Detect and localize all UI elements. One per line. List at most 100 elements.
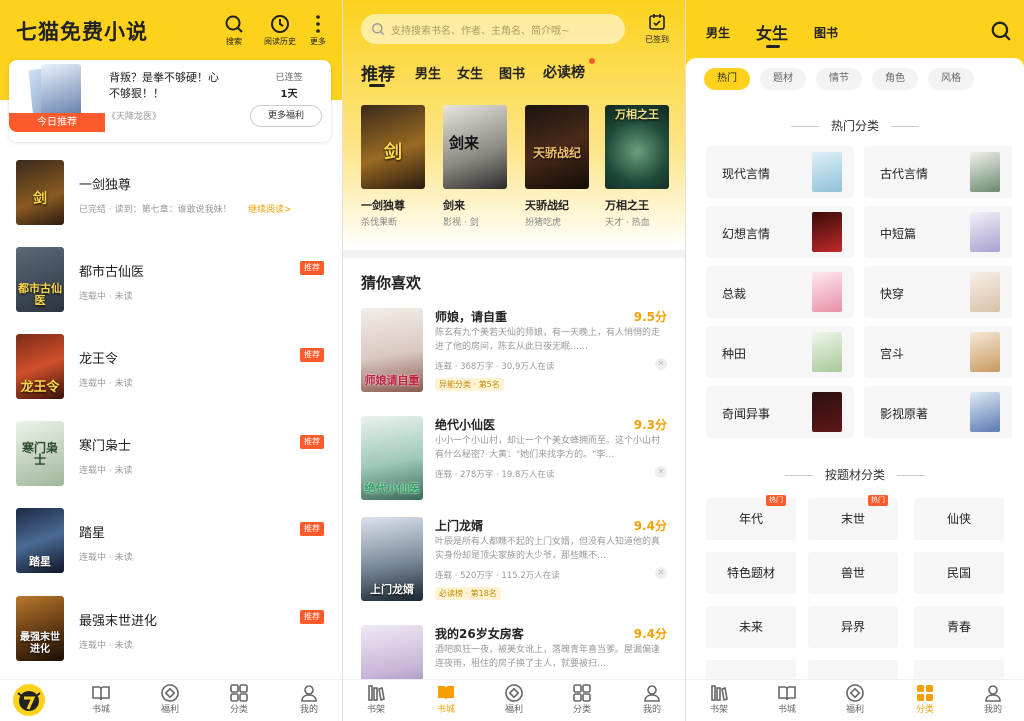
continue-reading-link[interactable]: 继续阅读> — [248, 202, 292, 215]
filter-pill-style[interactable]: 风格 — [928, 68, 974, 90]
tab-label: 我的 — [642, 705, 661, 715]
filter-pill-role[interactable]: 角色 — [872, 68, 918, 90]
book-description: 陈玄有九个美若天仙的师娘，有一天晚上，有人悄悄的走进了他的房间，陈玄从此日夜无眠… — [435, 328, 661, 352]
promo-cover — [41, 64, 81, 120]
tab-bookstore[interactable]: 书城 — [421, 683, 471, 716]
gift-diamond-icon — [505, 684, 523, 702]
nav-recommend[interactable]: 推荐 — [361, 60, 395, 85]
shelf-item[interactable]: 寒门枭士 寒门枭士 连载中 · 未读 推荐 — [0, 421, 342, 491]
book-meta: 连载 · 368万字 · 30.9万人在读 — [435, 362, 555, 372]
nav-female[interactable]: 女生 — [457, 63, 483, 82]
shelf-icon — [711, 685, 728, 702]
tab-benefits[interactable]: 福利 — [489, 683, 539, 716]
dismiss-icon[interactable]: ✕ — [655, 567, 667, 579]
category-item[interactable]: 宫斗 — [864, 326, 1012, 378]
book-title: 剑来 — [443, 199, 465, 212]
filter-pill-hot[interactable]: 热门 — [704, 68, 750, 90]
theme-item[interactable]: 兽世 — [808, 552, 898, 594]
tab-benefits[interactable]: 福利 — [830, 683, 880, 716]
shelf-item[interactable]: 龙王令 龙王令 连载中 · 未读 推荐 — [0, 334, 342, 404]
tab-benefits[interactable]: 福利 — [145, 683, 195, 716]
tab-mine[interactable]: 我的 — [968, 683, 1018, 716]
category-item[interactable]: 现代言情 — [706, 146, 854, 198]
tab-bookshelf[interactable]: 书架 — [694, 683, 744, 716]
dismiss-icon[interactable]: ✕ — [655, 466, 667, 478]
book-cover: 最强末世进化 — [16, 596, 64, 661]
book-title: 万相之王 — [605, 199, 649, 212]
tab-mine[interactable]: 我的 — [284, 683, 334, 716]
book-cover: 龙王令 — [16, 334, 64, 399]
grid-icon — [230, 684, 248, 702]
book-cover: 踏星 — [16, 508, 64, 573]
category-item[interactable]: 中短篇 — [864, 206, 1012, 258]
shelf-item[interactable]: 都市古仙医 都市古仙医 连载中 · 未读 推荐 — [0, 247, 342, 317]
shelf-item[interactable]: 剑 一剑独尊 已完结 · 读到：第七章：谁敢说我妹！ 继续阅读> — [0, 160, 342, 230]
tab-category[interactable]: 分类 — [214, 683, 264, 716]
nav-books[interactable]: 图书 — [814, 24, 838, 41]
theme-item[interactable]: 未来 — [706, 606, 796, 648]
tab-bookshelf[interactable]: 书架 — [351, 683, 401, 716]
theme-item[interactable]: 异界 — [808, 606, 898, 648]
category-cover — [970, 392, 1000, 432]
nav-female[interactable]: 女生 — [756, 20, 788, 44]
list-item[interactable]: 绝代小仙医 绝代小仙医 9.3分 小小一个小山村，却让一个个美女蜂拥而至。这个小… — [343, 416, 685, 516]
hot-badge: 热门 — [766, 495, 786, 506]
theme-item[interactable]: 年代 热门 — [706, 495, 796, 540]
list-item[interactable]: 上门龙婿 上门龙婿 9.4分 叶辰是所有人都瞧不起的上门女婿，但没有人知道他的真… — [343, 517, 685, 617]
grid-icon — [917, 685, 933, 701]
theme-item[interactable]: 特色题材 — [706, 552, 796, 594]
more-button[interactable]: 更多 — [298, 14, 338, 47]
tab-category[interactable]: 分类 — [557, 683, 607, 716]
nav-books[interactable]: 图书 — [499, 63, 525, 82]
category-item[interactable]: 种田 — [706, 326, 854, 378]
category-item[interactable]: 总裁 — [706, 266, 854, 318]
tab-label: 书城 — [436, 705, 455, 715]
tab-category[interactable]: 分类 — [900, 683, 950, 716]
sign-in-button[interactable]: 已签到 — [641, 12, 673, 45]
category-cover — [812, 272, 842, 312]
search-bar[interactable]: 支持搜索书名、作者、主角名、简介哦~ — [361, 14, 625, 44]
book-status: 连载中 · 未读 — [79, 641, 133, 651]
category-item[interactable]: 影视原著 — [864, 386, 1012, 438]
search-icon — [225, 15, 243, 33]
filter-pill-theme[interactable]: 题材 — [760, 68, 806, 90]
rank-tag: 必读榜 · 第18名 — [435, 587, 501, 600]
bottom-tab-bar: 书架 书城 福利 分类 我的 — [343, 679, 685, 721]
theme-item[interactable]: 青春 — [914, 606, 1004, 648]
search-button[interactable]: 搜索 — [214, 14, 254, 47]
theme-item[interactable]: 末世 热门 — [808, 495, 898, 540]
category-item[interactable]: 快穿 — [864, 266, 1012, 318]
book-description: 叶辰是所有人都瞧不起的上门女婿，但没有人知道他的真实身份却是顶尖家族的大少爷，那… — [435, 537, 661, 561]
more-benefits-button[interactable]: 更多福利 — [250, 105, 322, 127]
dismiss-icon[interactable]: ✕ — [655, 358, 667, 370]
shelf-item[interactable]: 踏星 踏星 连载中 · 未读 推荐 — [0, 508, 342, 578]
list-item[interactable]: 师娘请自重 师娘，请自重 9.5分 陈玄有九个美若天仙的师娘，有一天晚上，有人悄… — [343, 308, 685, 408]
shelf-item[interactable]: 最强末世进化 最强末世进化 连载中 · 未读 推荐 — [0, 596, 342, 666]
nav-male[interactable]: 男生 — [415, 63, 441, 82]
nav-must-read[interactable]: 必读榜 — [543, 62, 585, 82]
grid-icon — [573, 684, 591, 702]
theme-item[interactable]: 仙侠 — [914, 498, 1004, 540]
category-item[interactable]: 幻想言情 — [706, 206, 854, 258]
nav-male[interactable]: 男生 — [706, 24, 730, 41]
bottom-tab-bar: 书城 福利 分类 我的 — [0, 679, 342, 721]
category-item[interactable]: 古代言情 — [864, 146, 1012, 198]
promo-card[interactable]: 今日推荐 背叛？是拳不够硬！心不够狠！！ 《天降龙医》 已连签 1天 更多福利 — [9, 60, 331, 142]
book-status: 连载中 · 未读 — [79, 292, 133, 302]
filter-pill-plot[interactable]: 情节 — [816, 68, 862, 90]
theme-item[interactable]: 民国 — [914, 552, 1004, 594]
tab-bookstore[interactable]: 书城 — [76, 683, 126, 716]
user-icon — [301, 685, 317, 702]
category-screen: 男生 女生 图书 热门 题材 情节 角色 风格 热门分类 现代言情 古代言情 幻… — [686, 0, 1024, 721]
signed-days: 1天 — [280, 89, 298, 100]
search-icon[interactable] — [990, 20, 1012, 42]
tab-bookshelf[interactable] — [4, 682, 54, 718]
tab-mine[interactable]: 我的 — [627, 683, 677, 716]
category-cover — [970, 212, 1000, 252]
tab-bookstore[interactable]: 书城 — [762, 683, 812, 716]
category-item[interactable]: 奇闻异事 — [706, 386, 854, 438]
book-cover: 都市古仙医 — [16, 247, 64, 312]
guess-you-like-title: 猜你喜欢 — [361, 274, 422, 292]
book-cover: 师娘请自重 — [361, 308, 423, 392]
history-button[interactable]: 阅读历史 — [260, 14, 300, 47]
